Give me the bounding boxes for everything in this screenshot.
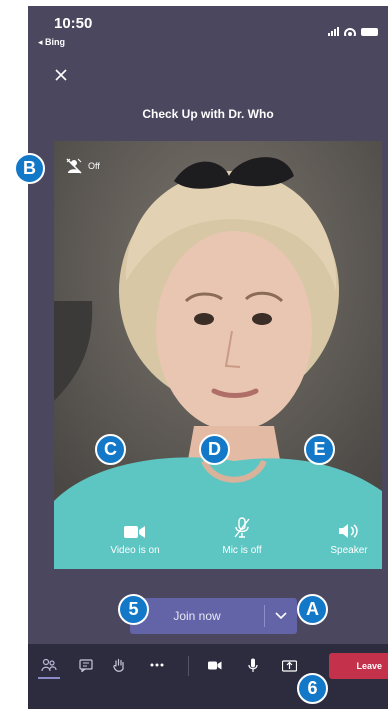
battery-icon (361, 27, 378, 36)
toolbar-divider (188, 656, 189, 676)
home-indicator-area (28, 689, 388, 709)
callout-d: D (199, 434, 230, 465)
wifi-icon (344, 27, 356, 36)
background-effects-toggle[interactable]: Off (66, 158, 100, 174)
status-icons (328, 27, 378, 36)
speaker-icon (304, 517, 382, 539)
video-toggle-label: Video is on (110, 545, 160, 556)
more-icon[interactable] (146, 654, 168, 676)
callout-6: 6 (297, 673, 328, 704)
close-icon[interactable] (54, 66, 74, 86)
camera-icon[interactable] (204, 654, 226, 676)
status-time: 10:50 (54, 15, 93, 32)
mic-toggle-button[interactable]: Mic is off (197, 517, 287, 556)
join-options-dropdown[interactable] (265, 598, 297, 634)
chevron-down-icon (275, 612, 287, 620)
meeting-prejoin-screen: 10:50 ◂ Bing Check Up with Dr. Who Off V… (28, 6, 388, 709)
callout-a: A (297, 594, 328, 625)
people-icon[interactable] (38, 654, 60, 676)
people-tab-indicator (38, 677, 60, 679)
speaker-toggle-label: Speaker (330, 545, 368, 556)
self-video-preview: Off Video is on Mic is off Speaker (54, 141, 382, 569)
speaker-toggle-button[interactable]: Speaker (304, 517, 382, 556)
callout-5: 5 (118, 594, 149, 625)
meeting-title: Check Up with Dr. Who (142, 107, 274, 121)
background-blur-icon (66, 158, 82, 174)
video-toggle-button[interactable]: Video is on (90, 517, 180, 556)
callout-c: C (95, 434, 126, 465)
status-bar: 10:50 ◂ Bing (28, 6, 388, 58)
mic-off-icon (197, 517, 287, 539)
leave-label: Leave (356, 661, 382, 671)
video-camera-icon (90, 517, 180, 539)
mic-toggle-label: Mic is off (222, 545, 262, 556)
background-effects-label: Off (88, 161, 100, 171)
callout-b: B (14, 153, 45, 184)
signal-icon (328, 27, 339, 36)
raise-hand-icon[interactable] (108, 654, 130, 676)
chat-icon[interactable] (75, 654, 97, 676)
self-video-image (54, 141, 382, 569)
share-icon[interactable] (278, 654, 300, 676)
microphone-icon[interactable] (242, 654, 264, 676)
meeting-toolbar: Leave (28, 644, 388, 689)
back-to-app-link[interactable]: ◂ Bing (38, 37, 65, 48)
callout-e: E (304, 434, 335, 465)
leave-button[interactable]: Leave (329, 653, 388, 679)
join-button-group: Join now (130, 598, 297, 634)
join-now-button[interactable]: Join now (130, 598, 264, 634)
